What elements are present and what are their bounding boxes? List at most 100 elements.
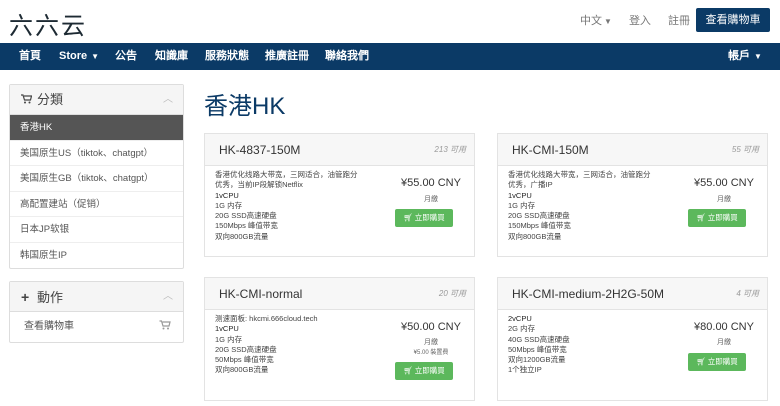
main-nav: 首頁 Store ▼ 公告 知識庫 服務狀態 推廣註冊 聯絡我們 帳戶 ▼ xyxy=(0,43,780,70)
actions-panel: + 動作 ︿ 查看購物車 xyxy=(9,281,184,343)
cart-icon: 🛒︎ xyxy=(403,213,415,222)
order-now-button[interactable]: 🛒︎ 立即購買 xyxy=(688,209,746,227)
nav-knowledgebase[interactable]: 知識庫 xyxy=(155,43,188,70)
billing-cycle: 月繳 xyxy=(424,196,438,203)
desc-line: 双向800GB流量 xyxy=(215,231,269,241)
product-title: HK-4837-150M xyxy=(219,143,301,157)
category-kr[interactable]: 韩国原生IP xyxy=(10,243,183,269)
nav-announcements[interactable]: 公告 xyxy=(115,43,137,70)
desc-line: 2G 内存 xyxy=(508,324,536,334)
desc-line: 1G 内存 xyxy=(215,334,243,344)
product-name: HK-4837-150M 213 可用 xyxy=(205,134,474,166)
desc-line: 1G 内存 xyxy=(508,200,536,210)
product-price: ¥50.00 CNY xyxy=(401,321,461,333)
product-description: 2vCPU 2G 内存 40G SSD高速硬盘 50Mbps 峰值带宽 双向12… xyxy=(508,314,678,376)
product-card: HK-4837-150M 213 可用 香港优化线路大带宽，三网适合，油管跑分 优… xyxy=(204,133,475,257)
chevron-up-icon[interactable]: ︿ xyxy=(163,85,173,115)
category-gb[interactable]: 美国原生GB（tiktok、chatgpt） xyxy=(10,166,183,192)
product-description: 香港优化线路大带宽，三网适合，油管跑分 优秀，当前IP段解锁Netflix 1v… xyxy=(215,170,385,242)
category-jp[interactable]: 日本JP软银 xyxy=(10,217,183,243)
site-logo[interactable]: 六六云 xyxy=(9,6,87,41)
desc-line: 50Mbps 峰值带宽 xyxy=(508,344,567,354)
desc-line: 双向800GB流量 xyxy=(215,365,269,375)
view-cart-button[interactable]: 查看購物車 xyxy=(696,8,770,32)
caret-down-icon: ▼ xyxy=(603,17,612,26)
nav-service-status[interactable]: 服務狀態 xyxy=(205,43,249,70)
product-card: HK-CMI-medium-2H2G-50M 4 可用 2vCPU 2G 内存 4… xyxy=(497,277,768,401)
category-us[interactable]: 美国原生US（tiktok、chatgpt） xyxy=(10,141,183,166)
order-now-button[interactable]: 🛒︎ 立即購買 xyxy=(395,209,453,227)
desc-line: 香港优化线路大带宽，三网适合，油管跑分 xyxy=(215,170,358,179)
product-title: HK-CMI-normal xyxy=(219,287,303,301)
cart-icon: 🛒︎ xyxy=(696,213,708,222)
product-card: HK-CMI-150M 55 可用 香港优化线路大带宽，三网适合，油管跑分 优秀，… xyxy=(497,133,768,257)
product-name: HK-CMI-150M 55 可用 xyxy=(498,134,767,166)
product-name: HK-CMI-normal 20 可用 xyxy=(205,278,474,310)
product-price: ¥55.00 CNY xyxy=(694,177,754,189)
cart-icon xyxy=(21,86,33,116)
billing-cycle: 月繳 xyxy=(717,339,731,346)
stock-qty: 213 可用 xyxy=(434,145,466,154)
desc-line: 20G SSD高速硬盘 xyxy=(215,211,277,221)
top-header: 六六云 中文 ▼ 登入 註冊 查看購物車 xyxy=(0,0,780,43)
stock-qty: 4 可用 xyxy=(736,289,759,298)
cart-icon xyxy=(159,312,171,342)
desc-line: 1G 内存 xyxy=(215,200,243,210)
setup-fee: ¥5.00 裝置費 xyxy=(413,350,449,356)
desc-line: 150Mbps 峰值带宽 xyxy=(215,221,278,231)
desc-line: 香港优化线路大带宽，三网适合，油管跑分 xyxy=(508,170,651,179)
desc-line: 2vCPU xyxy=(508,314,532,323)
plus-icon: + xyxy=(21,289,30,305)
order-now-label: 立即購買 xyxy=(414,366,445,375)
chevron-up-icon[interactable]: ︿ xyxy=(163,282,173,312)
product-title: HK-CMI-medium-2H2G-50M xyxy=(512,287,665,301)
nav-account-label: 帳戶 xyxy=(728,50,750,62)
desc-line: 优秀，广播IP xyxy=(508,180,553,190)
desc-line: 20G SSD高速硬盘 xyxy=(215,344,277,354)
language-selector[interactable]: 中文 ▼ xyxy=(566,15,612,27)
product-title: HK-CMI-150M xyxy=(512,143,589,157)
nav-contact[interactable]: 聯絡我們 xyxy=(325,43,369,70)
caret-down-icon: ▼ xyxy=(754,52,762,61)
order-now-button[interactable]: 🛒︎ 立即購買 xyxy=(395,362,453,380)
product-card: HK-CMI-normal 20 可用 测速面板: hkcmi.666cloud.… xyxy=(204,277,475,401)
caret-down-icon: ▼ xyxy=(91,52,100,61)
desc-line: 50Mbps 峰值带宽 xyxy=(215,355,274,365)
nav-affiliate[interactable]: 推廣註冊 xyxy=(265,43,309,70)
cart-icon: 🛒︎ xyxy=(696,357,708,366)
actions-header[interactable]: + 動作 ︿ xyxy=(10,282,183,312)
category-hk[interactable]: 香港HK xyxy=(10,115,183,141)
nav-store-label: Store xyxy=(59,50,88,62)
order-now-button[interactable]: 🛒︎ 立即購買 xyxy=(688,353,746,371)
nav-home[interactable]: 首頁 xyxy=(19,43,41,70)
nav-account[interactable]: 帳戶 ▼ xyxy=(728,43,762,70)
desc-line: 20G SSD高速硬盘 xyxy=(508,211,570,221)
category-highspec[interactable]: 高配置建站（促销） xyxy=(10,192,183,217)
product-name: HK-CMI-medium-2H2G-50M 4 可用 xyxy=(498,278,767,310)
language-label: 中文 xyxy=(579,15,602,27)
billing-cycle: 月繳 xyxy=(717,196,731,203)
stock-qty: 55 可用 xyxy=(731,145,759,154)
product-price: ¥80.00 CNY xyxy=(694,321,754,333)
view-cart-link[interactable]: 查看購物車 xyxy=(10,312,183,342)
desc-line: 40G SSD高速硬盘 xyxy=(508,334,570,344)
login-link[interactable]: 登入 xyxy=(629,15,651,27)
order-now-label: 立即購買 xyxy=(707,357,738,366)
page-title: 香港HK xyxy=(204,93,286,120)
cart-icon: 🛒︎ xyxy=(403,366,415,375)
categories-header[interactable]: 分類 ︿ xyxy=(10,85,183,115)
top-links: 中文 ▼ 登入 註冊 xyxy=(552,12,690,28)
product-price: ¥55.00 CNY xyxy=(401,177,461,189)
desc-line: 1vCPU xyxy=(215,190,239,200)
actions-title: 動作 xyxy=(37,290,64,305)
desc-line: 优秀，当前IP段解锁Netflix xyxy=(215,180,303,190)
desc-line: 1vCPU xyxy=(508,190,532,200)
desc-line: 1vCPU xyxy=(215,324,239,334)
desc-line: 双向800GB流量 xyxy=(508,231,562,241)
view-cart-label: 查看購物車 xyxy=(24,321,74,332)
register-link[interactable]: 註冊 xyxy=(668,15,690,27)
desc-line: 1个独立IP xyxy=(508,365,542,375)
desc-line: 150Mbps 峰值带宽 xyxy=(508,221,571,231)
nav-store[interactable]: Store ▼ xyxy=(59,43,99,70)
categories-panel: 分類 ︿ 香港HK 美国原生US（tiktok、chatgpt） 美国原生GB（… xyxy=(9,84,184,269)
